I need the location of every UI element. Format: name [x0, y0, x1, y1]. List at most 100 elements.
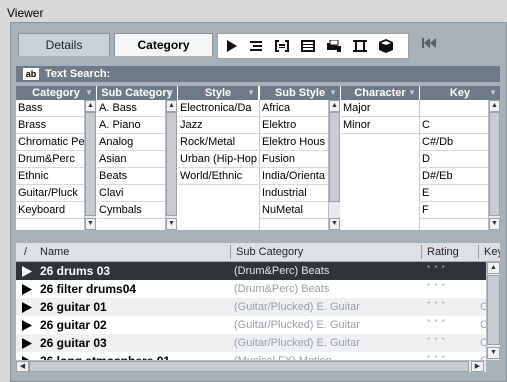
cube-icon[interactable]	[376, 36, 396, 56]
scroll-down-icon[interactable]: ▼	[166, 218, 177, 230]
play-icon[interactable]	[22, 302, 32, 313]
play-icon[interactable]	[22, 338, 32, 349]
row-rating[interactable]: * * *	[427, 332, 446, 350]
table-row[interactable]: 26 drums 03 (Drum&Perc) Beats * * *	[16, 262, 486, 280]
list-item[interactable]: F	[420, 202, 488, 219]
scroll-thumb[interactable]	[329, 112, 340, 202]
print-icon[interactable]	[324, 36, 344, 56]
list-item[interactable]: C	[420, 117, 488, 134]
sub-style-scrollbar[interactable]: ▲ ▼	[328, 100, 340, 230]
columns-icon[interactable]	[350, 36, 370, 56]
row-rating[interactable]: * * *	[427, 314, 446, 332]
list-item[interactable]: Elektro Hous	[260, 134, 328, 151]
scroll-up-icon[interactable]: ▲	[489, 100, 500, 112]
list-item[interactable]: Minor	[341, 117, 419, 134]
list-item[interactable]: India/Orienta	[260, 168, 328, 185]
scroll-thumb[interactable]	[29, 361, 469, 372]
column-header-key[interactable]: Key	[484, 243, 500, 261]
row-rating[interactable]: * * *	[427, 278, 446, 296]
list-item[interactable]: D	[420, 151, 488, 168]
scroll-thumb[interactable]	[489, 112, 500, 216]
scroll-up-icon[interactable]: ▲	[85, 100, 96, 112]
scroll-right-icon[interactable]: ▶	[471, 361, 484, 372]
table-row[interactable]: 26 filter drums04 (Drum&Perc) Beats * * …	[16, 280, 486, 298]
list-item[interactable]	[420, 100, 488, 117]
list-item[interactable]: A. Piano	[97, 117, 165, 134]
table-row[interactable]: 26 guitar 01 (Guitar/Plucked) E. Guitar …	[16, 298, 486, 316]
scroll-thumb[interactable]	[85, 112, 96, 216]
scroll-thumb[interactable]	[487, 275, 500, 345]
column-header-style[interactable]: Style ▼	[178, 86, 258, 100]
list-item[interactable]: Guitar/Pluck	[16, 185, 84, 202]
list-item[interactable]: Africa	[260, 100, 328, 117]
align-lines-icon[interactable]	[246, 36, 266, 56]
column-header-rating[interactable]: Rating	[427, 243, 459, 261]
list-item[interactable]: Drum&Perc	[16, 151, 84, 168]
scroll-down-icon[interactable]: ▼	[489, 218, 500, 230]
list-item[interactable]: Urban (Hip-Hop	[178, 151, 258, 168]
list-item[interactable]: Chromatic Pe	[16, 134, 84, 151]
list-item[interactable]: Major	[341, 100, 419, 117]
sort-indicator[interactable]: /	[24, 243, 27, 261]
column-header-category[interactable]: Category ▼	[16, 86, 96, 100]
list-item[interactable]: Cymbals	[97, 202, 165, 219]
row-rating[interactable]: * * *	[427, 262, 446, 278]
scroll-thumb[interactable]	[166, 112, 177, 216]
list-item[interactable]: Bass	[16, 100, 84, 117]
scroll-up-icon[interactable]: ▲	[329, 100, 340, 112]
column-header-name[interactable]: Name	[40, 243, 69, 261]
list-item[interactable]: A. Bass	[97, 100, 165, 117]
table-row[interactable]: 26 guitar 02 (Guitar/Plucked) E. Guitar …	[16, 316, 486, 334]
play-icon[interactable]	[222, 36, 242, 56]
splitter[interactable]	[16, 233, 500, 241]
list-item[interactable]: Industrial	[260, 185, 328, 202]
tab-details[interactable]: Details	[18, 33, 110, 56]
scroll-up-icon[interactable]: ▲	[166, 100, 177, 112]
column-header-sub-category[interactable]: Sub Category ▼	[97, 86, 177, 100]
list-item[interactable]: Rock/Metal	[178, 134, 258, 151]
scroll-up-icon[interactable]: ▲	[487, 262, 500, 274]
row-rating[interactable]: * * *	[427, 296, 446, 314]
list-item[interactable]: Asian	[97, 151, 165, 168]
column-header-character[interactable]: Character ▼	[341, 86, 419, 100]
key-scrollbar[interactable]: ▲ ▼	[488, 100, 500, 230]
column-header-sub-style[interactable]: Sub Style ▼	[260, 86, 340, 100]
results-horizontal-scrollbar[interactable]: ◀ ▶	[16, 360, 486, 372]
list-item[interactable]: E	[420, 185, 488, 202]
column-divider	[478, 245, 479, 259]
list-item[interactable]: Clavi	[97, 185, 165, 202]
list-item[interactable]: World/Ethnic	[178, 168, 258, 185]
play-icon[interactable]	[22, 284, 32, 295]
list-item[interactable]: Elektro	[260, 117, 328, 134]
list-item[interactable]: Electronica/Da	[178, 100, 258, 117]
list-item[interactable]: D#/Eb	[420, 168, 488, 185]
play-icon[interactable]	[22, 320, 32, 331]
list-item[interactable]: Brass	[16, 117, 84, 134]
text-search-bar[interactable]: ab Text Search:	[16, 66, 500, 82]
bracket-lines-icon[interactable]	[272, 36, 292, 56]
list-item[interactable]: Jazz	[178, 117, 258, 134]
play-icon[interactable]	[22, 266, 32, 277]
column-header-sub-category[interactable]: Sub Category	[236, 243, 303, 261]
column-header-key[interactable]: Key ▼	[420, 86, 500, 100]
category-table: Category ▼ Bass Brass Chromatic Pe Drum&P…	[16, 86, 500, 230]
list-icon[interactable]	[298, 36, 318, 56]
list-item[interactable]: Ethnic	[16, 168, 84, 185]
list-item[interactable]: C#/Db	[420, 134, 488, 151]
sub-category-scrollbar[interactable]: ▲ ▼	[165, 100, 177, 230]
list-item[interactable]: Fusion	[260, 151, 328, 168]
tab-category[interactable]: Category	[114, 33, 213, 56]
list-item[interactable]: Keyboard	[16, 202, 84, 219]
scroll-left-icon[interactable]: ◀	[16, 361, 29, 372]
results-list: 26 drums 03 (Drum&Perc) Beats * * * 26 f…	[16, 262, 486, 362]
rewind-icon[interactable]	[422, 38, 438, 52]
list-item[interactable]: Beats	[97, 168, 165, 185]
list-item[interactable]: Analog	[97, 134, 165, 151]
scroll-down-icon[interactable]: ▼	[329, 218, 340, 230]
scroll-down-icon[interactable]: ▼	[85, 218, 96, 230]
table-row[interactable]: 26 guitar 03 (Guitar/Plucked) E. Guitar …	[16, 334, 486, 352]
scroll-down-icon[interactable]: ▼	[487, 347, 500, 359]
list-item[interactable]: NuMetal	[260, 202, 328, 219]
category-scrollbar[interactable]: ▲ ▼	[84, 100, 96, 230]
results-vertical-scrollbar[interactable]: ▲ ▼	[486, 262, 500, 360]
